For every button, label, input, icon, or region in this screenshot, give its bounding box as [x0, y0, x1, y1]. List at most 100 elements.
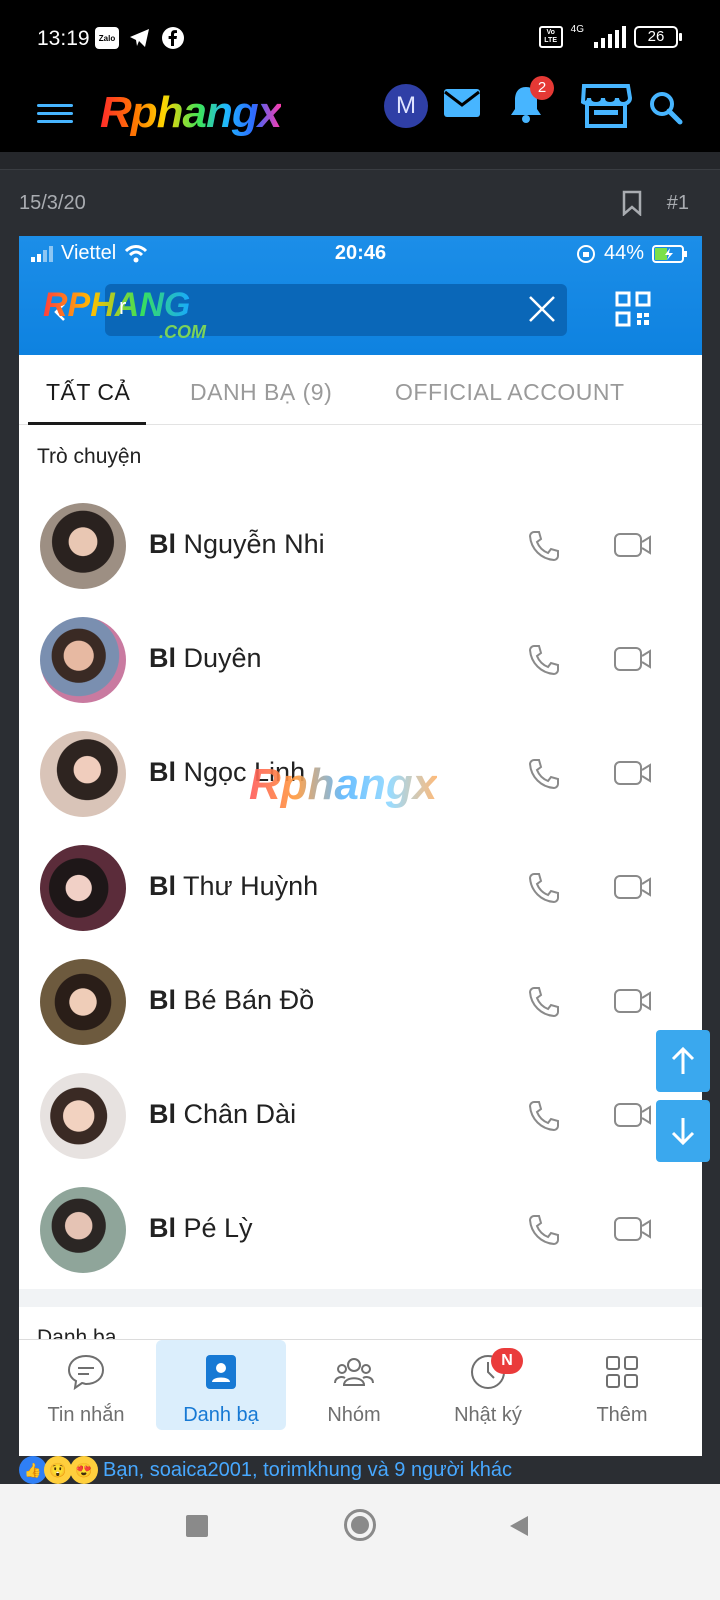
zalo-header: Viettel 20:46 44% RPHANG .COM r [19, 236, 702, 355]
avatar [40, 1187, 126, 1273]
status-notification-icons: Zalo [95, 26, 185, 50]
bookmark-icon[interactable] [622, 190, 642, 216]
nav-timeline[interactable]: N Nhật ký [423, 1340, 553, 1430]
contact-row[interactable]: Bl Chân Dài [19, 1059, 702, 1173]
rotation-lock-icon [576, 244, 595, 263]
wow-reaction-icon: 😲 [44, 1456, 72, 1484]
avatar [40, 731, 126, 817]
phone-icon[interactable] [527, 1213, 561, 1247]
status-system-icons: Vo LTE 4G 26 [538, 23, 682, 48]
contact-name: Bl Duyên [149, 643, 262, 673]
avatar [40, 503, 126, 589]
rphangx-watermark: Rphangx [249, 760, 438, 809]
rphang-watermark-sub: .COM [159, 322, 206, 342]
arrow-down-icon [671, 1118, 695, 1146]
mail-icon[interactable] [443, 88, 481, 118]
signal-icon [594, 26, 626, 48]
like-reaction-icon: 👍 [19, 1456, 47, 1484]
video-call-icon[interactable] [613, 645, 653, 673]
shot-status-right: 44% [576, 242, 688, 265]
avatar [40, 959, 126, 1045]
battery-indicator: 26 [634, 26, 682, 48]
video-call-icon[interactable] [613, 531, 653, 559]
arrow-up-icon [671, 1046, 695, 1074]
status-bar: 13:19 Zalo Vo LTE 4G 26 [0, 0, 720, 80]
nav-more[interactable]: Thêm [557, 1340, 687, 1430]
shot-battery-percent: 44% [603, 242, 644, 264]
zalo-bottom-nav: Tin nhắn Danh bạ Nhóm N Nhật ký Thêm [19, 1339, 702, 1456]
video-call-icon[interactable] [613, 873, 653, 901]
clear-search-icon[interactable] [527, 294, 557, 324]
new-badge: N [491, 1348, 523, 1374]
search-icon[interactable] [648, 90, 684, 126]
contact-row[interactable]: Bl Bé Bán Đồ [19, 945, 702, 1059]
tab-contacts[interactable]: DANH BẠ (9) [190, 379, 332, 406]
network-type: 4G [570, 23, 584, 35]
battery-charging-icon [652, 244, 687, 263]
back-button[interactable] [508, 1514, 530, 1538]
avatar [40, 845, 126, 931]
search-tabs: TẤT CẢ DANH BẠ (9) OFFICIAL ACCOUNT [19, 355, 702, 425]
phone-icon[interactable] [527, 1099, 561, 1133]
video-call-icon[interactable] [613, 1101, 653, 1129]
nav-label: Nhật ký [454, 1404, 522, 1426]
tab-all[interactable]: TẤT CẢ [46, 379, 130, 406]
nav-label: Danh bạ [183, 1404, 259, 1426]
reactions-text[interactable]: Bạn, soaica2001, torimkhung và 9 người k… [103, 1459, 512, 1482]
avatar [40, 1073, 126, 1159]
volte-icon: Vo LTE [538, 26, 563, 48]
phone-icon[interactable] [527, 643, 561, 677]
nav-label: Nhóm [327, 1404, 381, 1426]
telegram-icon [130, 29, 149, 47]
nav-groups[interactable]: Nhóm [289, 1340, 419, 1430]
android-nav-bar [0, 1484, 720, 1600]
contact-name: Bl Pé Lỳ [149, 1213, 253, 1243]
contact-row[interactable]: Bl Pé Lỳ [19, 1173, 702, 1287]
video-call-icon[interactable] [613, 1215, 653, 1243]
notifications-button[interactable]: 2 [508, 76, 554, 126]
contact-name: Bl Bé Bán Đồ [149, 985, 315, 1015]
search-query: r [119, 294, 127, 319]
menu-icon[interactable] [37, 96, 73, 130]
phone-icon[interactable] [527, 529, 561, 563]
section-title-chats: Trò chuyện [37, 445, 142, 468]
phone-icon[interactable] [527, 985, 561, 1019]
nav-messages[interactable]: Tin nhắn [21, 1340, 151, 1430]
nav-contacts[interactable]: Danh bạ [156, 1340, 286, 1430]
divider-band [0, 152, 720, 170]
contact-card-icon [206, 1355, 236, 1389]
qr-code-icon[interactable] [615, 291, 651, 327]
video-call-icon[interactable] [613, 759, 653, 787]
post-date: 15/3/20 [19, 192, 86, 214]
store-icon[interactable] [580, 82, 632, 128]
tab-official-account[interactable]: OFFICIAL ACCOUNT [395, 379, 625, 406]
contact-name: Bl Thư Huỳnh [149, 871, 319, 901]
scroll-down-button[interactable] [656, 1100, 710, 1162]
notification-badge: 2 [530, 76, 554, 100]
post-meta: 15/3/20 #1 [0, 170, 720, 236]
grid-icon [606, 1356, 638, 1388]
home-button[interactable] [344, 1509, 376, 1541]
user-avatar[interactable]: M [384, 84, 428, 128]
scroll-up-button[interactable] [656, 1030, 710, 1092]
phone-icon[interactable] [527, 757, 561, 791]
video-call-icon[interactable] [613, 987, 653, 1015]
facebook-icon [162, 27, 184, 49]
recent-apps-button[interactable] [186, 1515, 208, 1537]
phone-icon[interactable] [527, 871, 561, 905]
site-logo[interactable]: Rphangx [100, 88, 282, 138]
status-time: 13:19 [37, 27, 90, 50]
active-tab-indicator [28, 422, 146, 425]
zalo-icon: Zalo [95, 27, 119, 49]
nav-label: Tin nhắn [47, 1404, 125, 1426]
contact-row[interactable]: Bl Nguyễn Nhi [19, 489, 702, 603]
contact-row[interactable]: Bl Thư Huỳnh [19, 831, 702, 945]
avatar [40, 617, 126, 703]
reactions-bar[interactable]: 👍 😲 😍 Bạn, soaica2001, torimkhung và 9 n… [0, 1456, 720, 1484]
post-number[interactable]: #1 [667, 192, 689, 215]
group-icon [334, 1358, 374, 1386]
section-divider [19, 1289, 702, 1307]
contact-row[interactable]: Bl Duyên [19, 603, 702, 717]
contact-name: Bl Chân Dài [149, 1099, 297, 1129]
chat-bubble-icon [67, 1354, 105, 1391]
